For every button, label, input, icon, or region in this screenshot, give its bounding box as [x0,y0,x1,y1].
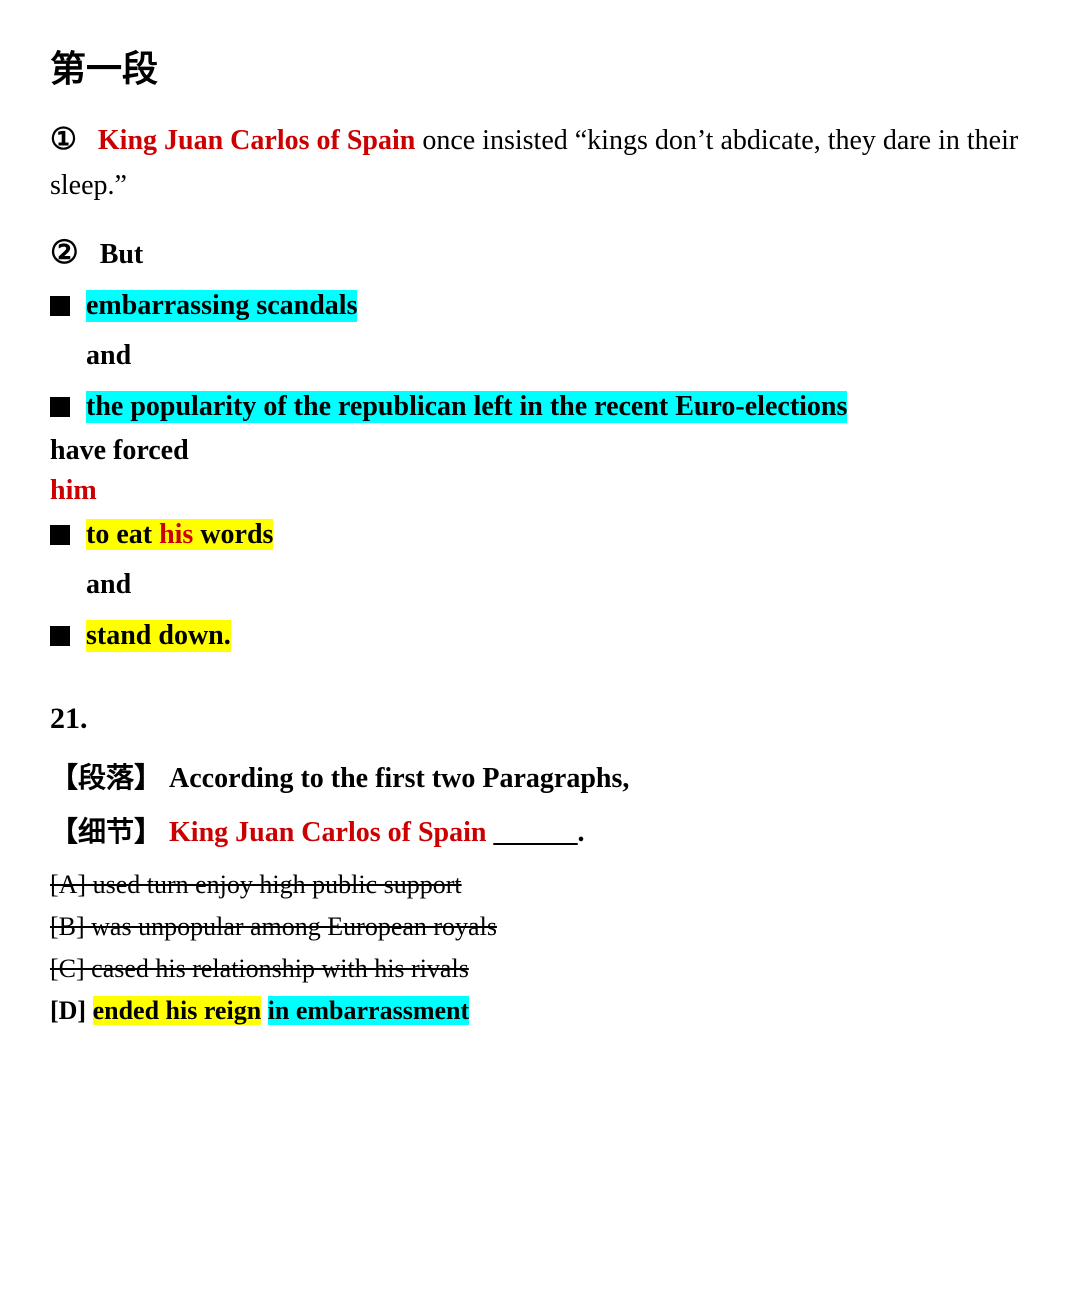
king-juan-name-2: King Juan Carlos of Spain [169,817,486,848]
bullet3-post: words [193,519,273,550]
paragraph-2-but: ② But [50,227,1030,278]
paragraph-1: ① King Juan Carlos of Spain once insiste… [50,116,1030,209]
bullet-text-1: embarrassing scandals [86,290,357,322]
answer-d-mid [261,996,268,1025]
answer-d: [D] ended his reign in embarrassment [50,996,1030,1026]
section-title: 第一段 [50,40,1030,92]
bullet-item-1: embarrassing scandals [50,290,1030,322]
bullet-square-2 [50,397,70,417]
answer-d-highlight2: in embarrassment [268,996,469,1025]
and-2: and [86,563,1030,608]
but-label: But [100,239,144,270]
have-forced-text: have forced [50,435,1030,467]
circle-num-2: ② [50,234,79,270]
bullet3-red: his [159,519,193,550]
bullet-square-1 [50,296,70,316]
bullet-item-2: the popularity of the republican left in… [50,391,1030,423]
circle-num-1: ① [50,123,77,156]
him-text: him [50,475,1030,507]
answer-c: [C] cased his relationship with his riva… [50,954,1030,984]
king-juan-name-1: King Juan Carlos of Spain [98,125,415,156]
bullet-text-4: stand down. [86,620,231,652]
answer-b: [B] was unpopular among European royals [50,912,1030,942]
and-1: and [86,334,1030,379]
answer-a: [A] used turn enjoy high public support [50,870,1030,900]
bullet-square-3 [50,525,70,545]
answer-d-highlight1: ended his reign [93,996,262,1025]
question-duan-label: 【段落】 According to the first two Paragrap… [50,756,1030,796]
bullet-item-4: stand down. [50,620,1030,652]
bullet-square-4 [50,626,70,646]
xi-bracket: 【细节】 [50,816,162,847]
duan-bracket: 【段落】 [50,762,162,793]
bullet-item-3: to eat his words [50,519,1030,551]
question-number: 21. [50,702,1030,736]
question-blank: ______. [493,817,584,848]
bullet3-pre: to eat [86,519,159,550]
duan-text: According to the first two Paragraphs, [169,763,629,794]
bullet-text-2: the popularity of the republican left in… [86,391,847,423]
question-xi-label: 【细节】 King Juan Carlos of Spain ______. [50,810,1030,850]
bullet-text-3: to eat his words [86,519,273,551]
answer-d-prefix: [D] [50,996,93,1025]
